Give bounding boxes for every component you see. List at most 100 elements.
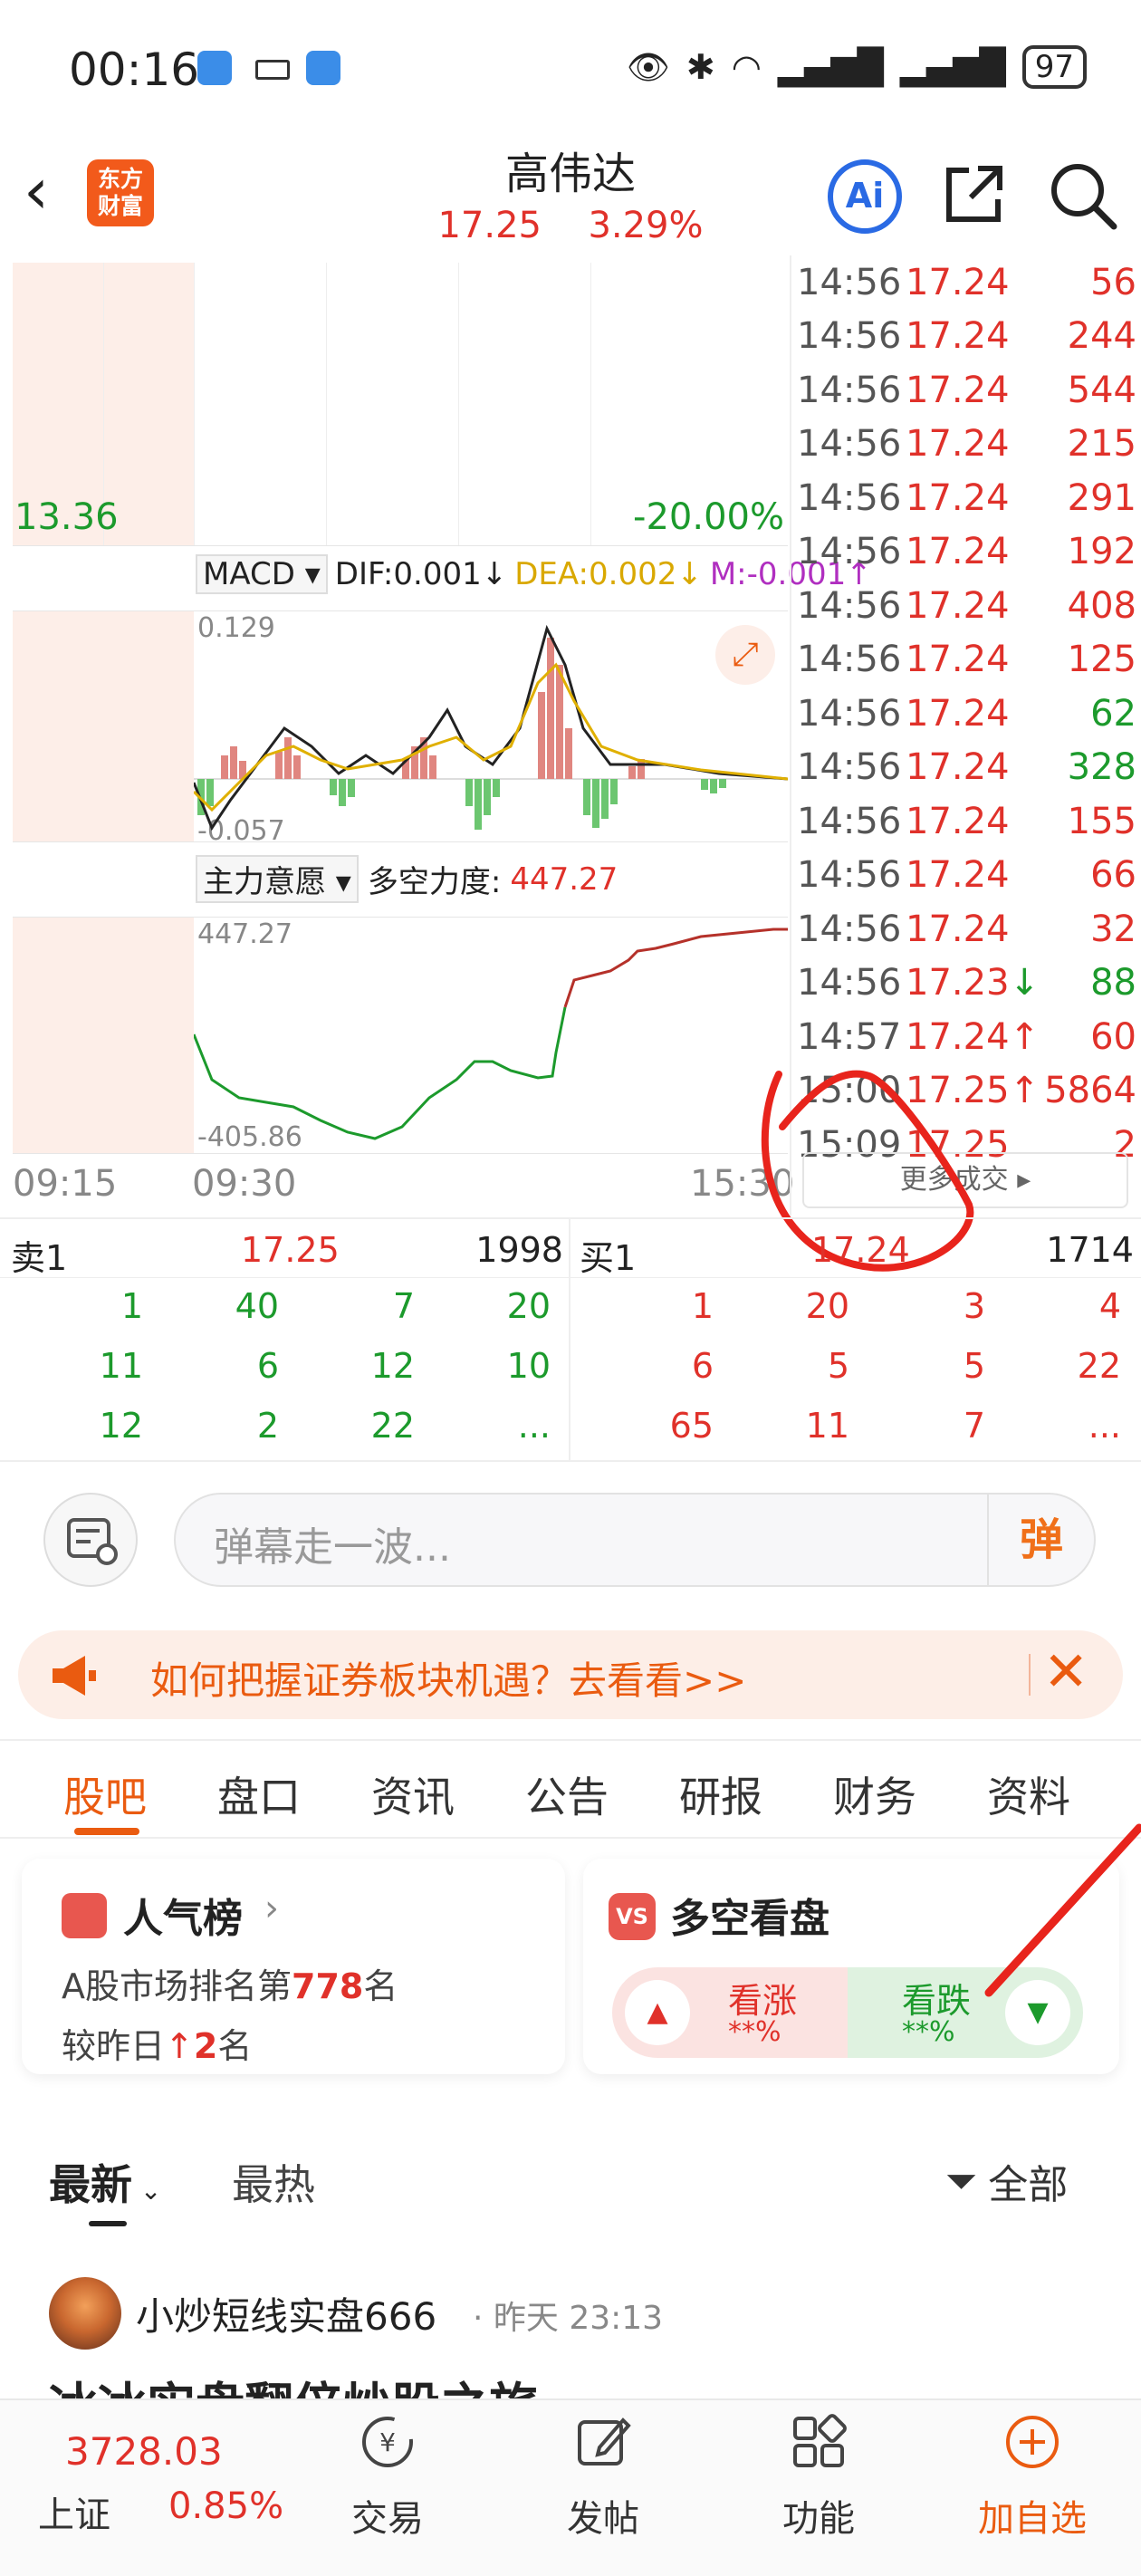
trade-volume: 328 [1067, 746, 1136, 789]
feed-filter[interactable]: ⏷ 全部 [945, 2152, 1068, 2210]
change-value: 2 [193, 2026, 218, 2066]
trade-row: 14:56 17.24 291 [797, 471, 1136, 525]
trade-row: 14:56 17.24 192 [797, 525, 1136, 580]
queue-cell: 2 [256, 1406, 279, 1446]
rank-value: 778 [292, 1966, 364, 2006]
add-circle-icon[interactable] [1003, 2413, 1061, 2471]
trade-price-value: 17.24 [906, 315, 1010, 358]
trade-volume: 125 [1067, 639, 1136, 681]
ranking-icon [62, 1893, 107, 1938]
avatar[interactable] [49, 2277, 121, 2350]
queue-cell: 1 [691, 1286, 714, 1326]
trade-row: 14:56 17.24 66 [797, 849, 1136, 903]
grid-icon[interactable] [790, 2413, 848, 2471]
stock-change-pct: 3.29% [588, 205, 704, 246]
stock-price: 17.25 [437, 205, 542, 246]
triangle-up-icon: ▲ [625, 1980, 690, 2045]
trade-volume: 66 [1090, 854, 1136, 897]
trade-price: 17.24 [906, 423, 1041, 465]
macd-chart [194, 624, 788, 831]
trade-ticks[interactable]: 14:56 17.24 56 14:56 17.24 244 14:56 17.24 544 14… [797, 255, 1136, 1172]
force-label: 多空力度: [367, 864, 502, 900]
nav-functions-label[interactable]: 功能 [746, 2489, 891, 2542]
trade-price-value: 17.24 [906, 476, 1010, 519]
nav-post-label[interactable]: 发帖 [531, 2489, 676, 2542]
tab-0[interactable]: 股吧 [63, 1764, 147, 1824]
trade-volume: 32 [1090, 908, 1136, 950]
filter-icon: ⏷ [945, 2158, 978, 2205]
divider [0, 1277, 1141, 1278]
trade-volume: 60 [1090, 1015, 1136, 1058]
trade-time: 14:56 [797, 854, 902, 897]
trade-time: 14:56 [797, 315, 902, 358]
back-icon[interactable]: ‹ [24, 159, 87, 223]
trade-price-value: 17.24 [906, 854, 1010, 897]
trade-volume: 544 [1067, 369, 1136, 411]
trade-price-value: 17.24 [906, 908, 1010, 950]
nav-trade-label[interactable]: 交易 [315, 2489, 460, 2542]
ai-assistant-icon[interactable]: Ai [828, 159, 902, 234]
index-change[interactable]: 0.85% [168, 2485, 283, 2527]
tab-4[interactable]: 研报 [679, 1764, 762, 1824]
trade-volume: 56 [1090, 261, 1136, 303]
trade-row: 14:56 17.24 155 [797, 794, 1136, 849]
macd-header: MACD ▾ DIF:0.001↓ DEA:0.002↓ M:-0.001↑ [196, 554, 872, 594]
feed-tab-latest-label: 最新 [49, 2160, 132, 2209]
dif-text: DIF:0.001 [334, 556, 482, 592]
trade-price: 17.24 [906, 370, 1041, 411]
feed-tab-hot[interactable]: 最热 [232, 2152, 315, 2212]
index-value[interactable]: 3728.03 [65, 2429, 223, 2474]
popularity-change: 较昨日↑2名 [62, 2018, 252, 2068]
trade-row: 14:56 17.24 544 [797, 363, 1136, 418]
danmaku-settings-icon[interactable] [43, 1493, 138, 1587]
expand-icon[interactable]: ⤢ [715, 625, 775, 685]
nav-add-watch-label[interactable]: 加自选 [960, 2489, 1105, 2542]
tab-2[interactable]: 资讯 [371, 1764, 455, 1824]
vs-icon: VS [609, 1893, 656, 1940]
intraday-chart[interactable]: 13.36 -20.00% MACD ▾ DIF:0.001↓ DEA:0.00… [0, 263, 872, 1214]
trade-price: 17.23↓ [906, 962, 1041, 1004]
trade-time: 14:56 [797, 908, 902, 950]
dea-value: DEA:0.002↓ [514, 556, 703, 592]
danmaku-send-button[interactable]: 弹 [987, 1495, 1094, 1585]
queue-cell: ... [1088, 1406, 1121, 1446]
trade-time: 14:56 [797, 962, 902, 1004]
queue-cell: 6 [256, 1346, 279, 1386]
trade-price-value: 17.24 [906, 746, 1010, 789]
trade-volume: 5864 [1044, 1070, 1136, 1112]
close-icon[interactable]: ✕ [1043, 1645, 1088, 1699]
time-start: 09:15 [13, 1163, 118, 1205]
trade-time: 14:56 [797, 476, 902, 519]
queue-cell: 6 [691, 1346, 714, 1386]
tab-5[interactable]: 财务 [833, 1764, 916, 1824]
trade-price: 17.24 [906, 908, 1041, 950]
edit-icon[interactable] [574, 2413, 632, 2471]
signal-icon: ▂▄▆█ [777, 47, 884, 87]
svg-text:¥: ¥ [379, 2427, 396, 2457]
trade-volume: 244 [1067, 315, 1136, 358]
feed-tab-latest[interactable]: 最新 ⌄ [49, 2152, 161, 2212]
trade-price-value: 17.23 [906, 962, 1010, 1004]
queue-cell: 12 [370, 1346, 415, 1386]
trade-time: 14:56 [797, 531, 902, 573]
tab-1[interactable]: 盘口 [217, 1764, 301, 1824]
post-time-text: 昨天 23:13 [493, 2300, 664, 2337]
post-username[interactable]: 小炒短线实盘666 [136, 2286, 436, 2341]
trade-time: 14:56 [797, 261, 902, 303]
pct-low-label: -20.00% [633, 496, 784, 538]
divider [0, 1460, 1141, 1462]
index-name[interactable]: 上证 [38, 2485, 110, 2538]
stock-quote: 17.25 3.29% [389, 205, 752, 246]
tab-6[interactable]: 资料 [987, 1764, 1070, 1824]
force-selector[interactable]: 主力意愿 ▾ [196, 855, 359, 903]
share-icon[interactable] [942, 161, 1007, 226]
macd-selector[interactable]: MACD ▾ [196, 554, 328, 594]
trade-icon[interactable]: ¥ [359, 2413, 417, 2471]
queue-cell: 1 [120, 1286, 143, 1326]
vote-bull-button[interactable]: ▲ 看涨 **% [612, 1967, 848, 2058]
trade-price: 17.24 [906, 746, 1041, 788]
time-open: 09:30 [192, 1163, 297, 1205]
search-icon[interactable] [1047, 159, 1119, 232]
tab-3[interactable]: 公告 [525, 1764, 609, 1824]
trade-time: 14:57 [797, 1015, 902, 1058]
